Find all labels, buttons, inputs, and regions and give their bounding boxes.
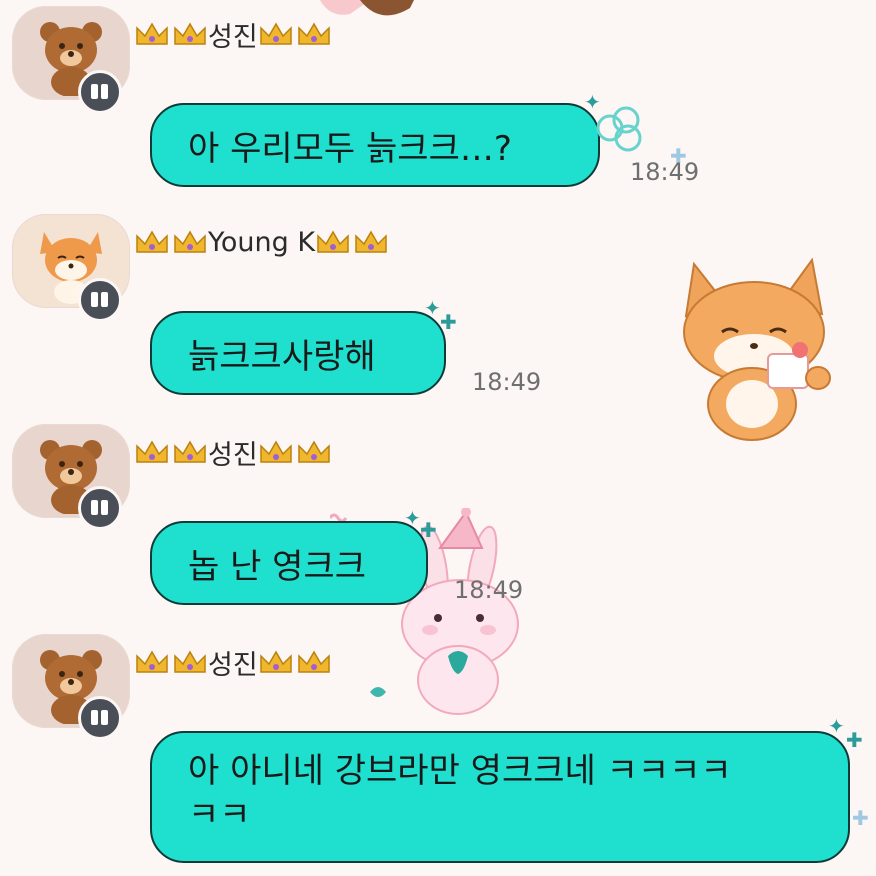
phone-badge-icon xyxy=(78,278,122,322)
sender-name: Young K xyxy=(134,222,389,262)
crown-icon xyxy=(315,228,389,256)
message-text: 놉 난 영크크 xyxy=(188,546,367,587)
crown-icon xyxy=(134,648,208,676)
message-text: 늙크크사랑해 xyxy=(188,336,376,377)
sparkle-icon: ✚ xyxy=(440,310,457,334)
sparkle-icon: ✦ xyxy=(584,90,601,114)
fox-sticker-icon xyxy=(683,257,831,441)
sender-name-text: Young K xyxy=(208,226,316,258)
crown-icon xyxy=(258,648,332,676)
message-bubble[interactable]: 아 아니네 강브라만 영크크네 ㅋㅋㅋㅋ ㅋㅋ xyxy=(150,731,850,863)
phone-badge-icon xyxy=(78,70,122,114)
sender-name: 성진 xyxy=(134,14,332,54)
crown-icon xyxy=(134,20,208,48)
sender-name: 성진 xyxy=(134,432,332,472)
sender-name: 성진 xyxy=(134,642,332,682)
sparkle-icon: ✦ xyxy=(424,296,441,320)
sparkle-icon: ✚ xyxy=(846,728,863,752)
crown-icon xyxy=(258,438,332,466)
sender-name-text: 성진 xyxy=(208,21,258,53)
sparkle-icon: ✦ xyxy=(828,714,845,738)
sender-name-text: 성진 xyxy=(208,649,258,681)
message-text: 아 아니네 강브라만 영크크네 ㅋㅋㅋㅋ ㅋㅋ xyxy=(188,751,732,835)
crown-icon xyxy=(134,438,208,466)
message-time: 18:49 xyxy=(630,158,700,186)
phone-badge-icon xyxy=(78,486,122,530)
message-text: 아 우리모두 늙크크…? xyxy=(188,128,512,169)
crown-icon xyxy=(134,228,208,256)
phone-badge-icon xyxy=(78,696,122,740)
message-time: 18:49 xyxy=(454,576,524,604)
message-bubble[interactable]: 늙크크사랑해 xyxy=(150,311,446,395)
crown-icon xyxy=(258,20,332,48)
sparkle-icon: ✚ xyxy=(852,806,869,830)
message-bubble[interactable]: 놉 난 영크크 xyxy=(150,521,428,605)
message-time: 18:49 xyxy=(472,368,542,396)
message-bubble[interactable]: 아 우리모두 늙크크…? xyxy=(150,103,600,187)
sender-name-text: 성진 xyxy=(208,439,258,471)
